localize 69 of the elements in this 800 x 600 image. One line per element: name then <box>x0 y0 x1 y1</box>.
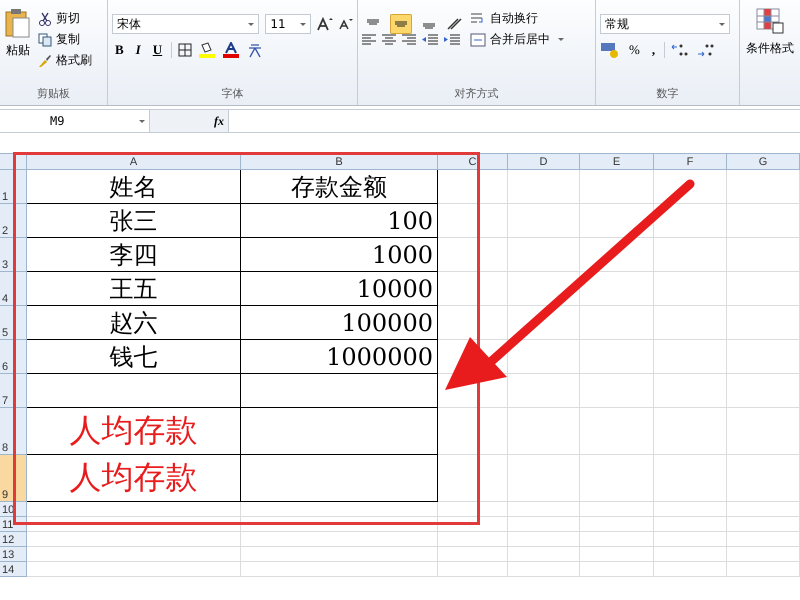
dropdown-icon <box>248 22 254 26</box>
insert-function-button[interactable]: fx <box>214 114 224 128</box>
group-label: 字体 <box>220 86 244 102</box>
percent-button[interactable]: % <box>626 42 643 58</box>
vertical-align-button[interactable] <box>390 14 412 34</box>
conditional-format-button[interactable]: 条件格式 <box>744 4 796 57</box>
format-painter-button[interactable]: 格式刷 <box>38 52 92 69</box>
group-label: 对齐方式 <box>454 86 500 102</box>
table-icon <box>756 8 784 34</box>
table-cell: 人均存款 <box>27 455 241 502</box>
clipboard-icon <box>4 8 32 38</box>
group-label: 数字 <box>656 86 680 102</box>
table-cell: 1000000 <box>241 340 438 374</box>
column-header[interactable]: E <box>580 154 654 170</box>
table-cell: 姓名 <box>27 170 241 204</box>
table-cell: 王五 <box>27 272 241 306</box>
dropdown-icon <box>139 120 145 122</box>
column-header[interactable]: A <box>27 154 241 170</box>
scissors-icon <box>38 12 52 26</box>
dropdown-icon <box>300 22 306 26</box>
table-cell: 人均存款 <box>27 408 241 455</box>
table-cell: 赵六 <box>27 306 241 340</box>
paste-button[interactable]: 粘贴 <box>4 4 32 84</box>
column-header[interactable]: F <box>654 154 727 170</box>
copy-icon <box>38 32 52 46</box>
dropdown-icon <box>558 38 564 41</box>
orientation-icon[interactable] <box>446 17 464 31</box>
align-right-icon[interactable] <box>402 34 416 46</box>
column-header[interactable]: B <box>241 154 438 170</box>
table-cell: 钱七 <box>27 340 241 374</box>
table-cell: 张三 <box>27 204 241 238</box>
table-cell: 1000 <box>241 238 438 272</box>
shrink-font-icon[interactable] <box>339 18 354 30</box>
table-cell: 李四 <box>27 238 241 272</box>
row-header[interactable]: 14 <box>0 562 27 577</box>
brush-icon <box>38 54 52 68</box>
number-format-field[interactable]: 常规 <box>600 14 730 34</box>
table-cell: 10000 <box>241 272 438 306</box>
merge-icon <box>470 32 486 46</box>
column-header[interactable]: C <box>438 154 508 170</box>
row-header[interactable]: 12 <box>0 532 27 547</box>
currency-icon[interactable] <box>600 42 620 58</box>
increase-indent-icon[interactable] <box>444 34 460 46</box>
underline-button[interactable]: U <box>150 42 166 58</box>
grow-font-icon[interactable] <box>317 17 334 31</box>
row-header[interactable]: 13 <box>0 547 27 562</box>
column-header[interactable]: D <box>508 154 580 170</box>
italic-button[interactable]: I <box>132 42 144 58</box>
table-cell: 100 <box>241 204 438 238</box>
font-size-field[interactable]: 11 <box>265 14 312 34</box>
align-left-icon[interactable] <box>362 34 376 46</box>
font-color-icon[interactable] <box>222 42 240 58</box>
borders-icon[interactable] <box>178 43 192 57</box>
align-center-icon[interactable] <box>382 34 396 46</box>
cut-button[interactable]: 剪切 <box>38 10 92 27</box>
column-header[interactable]: G <box>727 154 800 170</box>
fill-color-icon[interactable] <box>198 42 216 58</box>
table-cell: 存款金额 <box>241 170 438 204</box>
copy-button[interactable]: 复制 <box>38 31 92 48</box>
bold-button[interactable]: B <box>112 42 127 58</box>
font-name-field[interactable]: 宋体 <box>112 14 260 34</box>
dropdown-icon <box>719 22 725 26</box>
comma-button[interactable]: , <box>648 42 658 58</box>
merge-center-button[interactable]: 合并后居中 <box>470 31 564 48</box>
decrease-indent-icon[interactable] <box>422 34 438 46</box>
lines-icon <box>395 19 407 29</box>
table-cell: 100000 <box>241 306 438 340</box>
group-label: 剪贴板 <box>36 86 71 102</box>
wrap-text-button[interactable]: 自动换行 <box>470 10 564 27</box>
